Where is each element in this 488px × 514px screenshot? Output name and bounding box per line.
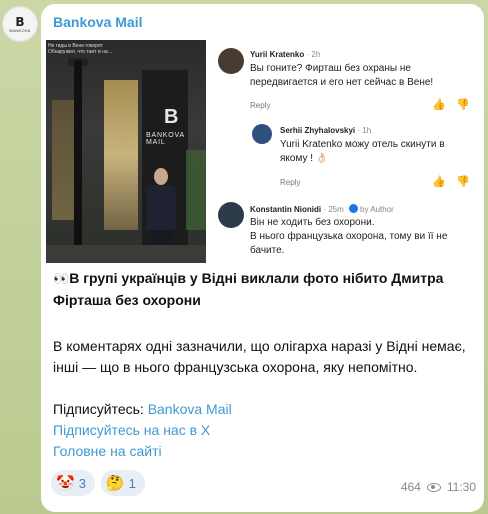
comment-text: Yurii Kratenko можу отель скинути в яком… xyxy=(280,139,445,164)
author-badge-icon xyxy=(349,204,359,213)
reaction-thinking[interactable]: 🤔 1 xyxy=(100,470,145,496)
comment-reply: Reply xyxy=(250,101,271,110)
comment-time: · 1h xyxy=(357,126,372,135)
subscribe-label: Підписуйтесь: xyxy=(53,401,148,417)
thumbs-up-icon: 👍 xyxy=(432,99,446,111)
subscribe-line: Підписуйтесь: Bankova Mail xyxy=(53,399,473,420)
comment-author: Konstantin Nionidi xyxy=(250,205,322,214)
post-title: 👀В групі українців у Відні виклали фото … xyxy=(53,268,473,311)
comment-time: · 25m xyxy=(323,205,344,214)
street-lamp xyxy=(74,60,82,260)
reaction-count: 1 xyxy=(128,475,136,491)
comment-time-value: 2h xyxy=(311,50,321,59)
comment-time-value: 1h xyxy=(362,126,372,135)
storefront-sign-text: BANKOVA MAIL xyxy=(146,132,185,146)
reactions-bar: 🤡 3 🤔 1 xyxy=(51,470,145,496)
shop-window xyxy=(52,100,74,220)
eye-icon xyxy=(426,482,441,492)
comment-time-value: 25m xyxy=(328,205,344,214)
reaction-clown[interactable]: 🤡 3 xyxy=(51,470,95,496)
plants xyxy=(186,150,206,230)
comment-author: Serhii Zhyhalovskyi xyxy=(280,126,356,135)
shop-window-lit xyxy=(104,80,138,230)
photo-caption-line2: Обнаружил, что таит и на… xyxy=(48,49,113,55)
person-body xyxy=(146,185,176,230)
storefront-sign-letter: B xyxy=(164,106,179,128)
thinking-icon: 🤔 xyxy=(105,474,125,492)
comment-author-line: Serhii Zhyhalovskyi · 1h xyxy=(280,126,371,135)
subscribe-link[interactable]: Bankova Mail xyxy=(148,401,232,417)
comment-text-line2: В нього французька охорона, тому ви її н… xyxy=(250,231,448,256)
site-link[interactable]: Головне на сайті xyxy=(53,443,162,459)
comment-avatar xyxy=(218,48,244,74)
comment-text: Він не ходить без охорони. В нього франц… xyxy=(250,216,475,258)
street-photo: Не гиды в Вене говорят Обнаружил, что та… xyxy=(46,40,206,263)
comment-text-line1: Він не ходить без охорони. xyxy=(250,217,375,228)
channel-avatar-letter: B xyxy=(15,14,25,29)
comment-text: Вы гоните? Фирташ без охраны не передвиг… xyxy=(250,63,434,88)
eyes-icon: 👀 xyxy=(53,272,70,287)
person-head xyxy=(154,168,168,185)
post-title-text: В групі українців у Відні виклали фото н… xyxy=(53,270,444,308)
post-paragraph: В коментарях одні зазначили, що олігарха… xyxy=(53,338,466,375)
by-author-label: by Author xyxy=(360,205,394,214)
comments-screenshot: Yurii Kratenko · 2h Вы гоните? Фирташ бе… xyxy=(212,40,479,263)
message-meta: 464 11:30 xyxy=(401,480,476,494)
post-image[interactable]: Не гиды в Вене говорят Обнаружил, что та… xyxy=(46,40,479,263)
comment-author-line: Konstantin Nionidi · 25m by Author xyxy=(250,204,394,214)
comment-reply: Reply xyxy=(280,178,301,187)
comment-avatar xyxy=(218,202,244,228)
channel-avatar[interactable]: B BANKOVA xyxy=(2,6,38,42)
message-bubble: Bankova Mail Не гиды в Вене говорят Обна… xyxy=(41,4,484,512)
pavement xyxy=(46,245,206,263)
comment-author-line: Yurii Kratenko · 2h xyxy=(250,50,320,59)
comment-time: · 2h xyxy=(306,50,321,59)
channel-name[interactable]: Bankova Mail xyxy=(53,14,142,30)
message-time: 11:30 xyxy=(446,480,476,494)
comment-author: Yurii Kratenko xyxy=(250,50,305,59)
x-link[interactable]: Підписуйтесь на нас в X xyxy=(53,422,210,438)
view-count: 464 xyxy=(400,480,421,494)
thumbs-down-icon: 👎 xyxy=(456,176,470,188)
reaction-count: 3 xyxy=(78,475,86,491)
thumbs-up-icon: 👍 xyxy=(432,176,446,188)
photo-caption: Не гиды в Вене говорят Обнаружил, что та… xyxy=(48,43,113,55)
thumbs-down-icon: 👎 xyxy=(456,99,470,111)
channel-avatar-text: BANKOVA xyxy=(9,27,31,33)
comment-avatar xyxy=(252,124,272,144)
post-links: Підписуйтесь: Bankova Mail Підписуйтесь … xyxy=(53,399,473,462)
clown-icon: 🤡 xyxy=(56,474,75,492)
